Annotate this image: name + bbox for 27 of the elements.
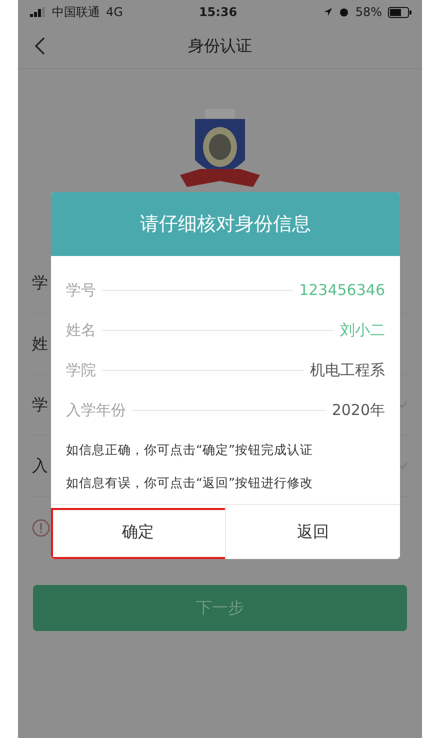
field-value: 123456346 bbox=[299, 281, 385, 299]
field-label: 姓名 bbox=[66, 320, 96, 340]
field-value: 刘小二 bbox=[340, 320, 385, 340]
network-type: 4G bbox=[106, 5, 123, 19]
form-label: 入 bbox=[32, 456, 48, 476]
clock-time: 15:36 bbox=[198, 5, 238, 19]
field-label: 入学年份 bbox=[66, 400, 126, 420]
location-icon bbox=[323, 7, 334, 17]
back-icon[interactable] bbox=[34, 37, 46, 55]
instruction-text: 如信息正确，你可点击“确定”按钮完成认证 bbox=[66, 441, 314, 459]
return-button[interactable]: 返回 bbox=[225, 505, 400, 559]
signal-icon bbox=[30, 7, 46, 17]
carrier-name: 中国联通 bbox=[52, 4, 100, 20]
field-value: 机电工程系 bbox=[310, 360, 385, 380]
dialog-title: 请仔细核对身份信息 bbox=[51, 192, 400, 256]
field-label: 学号 bbox=[66, 280, 96, 300]
page-title: 身份认证 bbox=[188, 36, 252, 56]
field-label: 学院 bbox=[66, 360, 96, 380]
battery-percent: 58% bbox=[355, 5, 382, 19]
form-label: 学 bbox=[32, 272, 48, 294]
confirm-button[interactable]: 确定 bbox=[51, 505, 225, 559]
warning-icon bbox=[32, 519, 50, 537]
field-value: 2020年 bbox=[332, 400, 385, 420]
instruction-text: 如信息有误，你可点击“返回”按钮进行修改 bbox=[66, 474, 314, 492]
battery-icon bbox=[388, 6, 412, 18]
form-label: 学 bbox=[32, 394, 48, 416]
form-label: 姓 bbox=[32, 334, 48, 354]
